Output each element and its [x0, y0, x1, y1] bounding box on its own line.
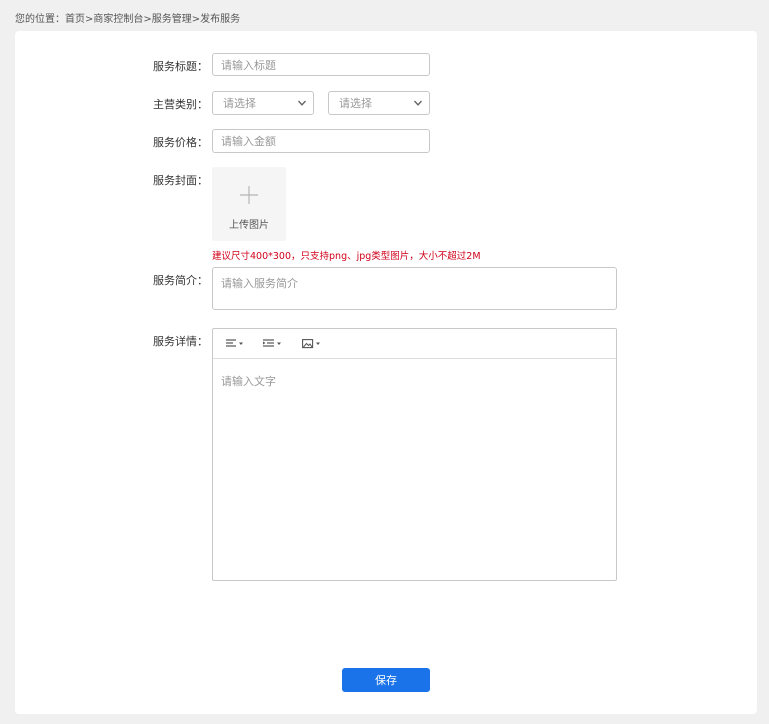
category-select-primary[interactable]: 请选择	[212, 91, 314, 115]
title-placeholder: 请输入标题	[221, 58, 276, 72]
summary-textarea[interactable]: 请输入服务简介	[212, 267, 617, 310]
title-label: 服务标题：	[153, 60, 208, 73]
price-input[interactable]: 请输入金额	[212, 129, 430, 153]
editor-toolbar	[213, 329, 616, 359]
breadcrumb-separator: >	[143, 14, 152, 25]
breadcrumb-item-service-manage[interactable]: 服务管理	[152, 14, 192, 25]
align-button[interactable]	[226, 337, 244, 351]
align-icon	[226, 339, 243, 347]
category-select-primary-value: 请选择	[223, 97, 256, 110]
editor-body[interactable]: 请输入文字	[213, 359, 616, 403]
detail-rich-editor: 请输入文字	[212, 328, 617, 581]
price-placeholder: 请输入金额	[221, 135, 276, 148]
breadcrumb-separator: >	[191, 14, 201, 25]
breadcrumb-item-console[interactable]: 商家控制台	[93, 14, 143, 25]
breadcrumb: 您的位置：首页>商家控制台>服务管理>发布服务	[15, 10, 240, 25]
summary-placeholder: 请输入服务简介	[221, 277, 298, 290]
indent-icon	[263, 339, 281, 347]
cover-hint: 建议尺寸400*300，只支持png、jpg类型图片，大小不超过2M	[212, 251, 481, 262]
category-select-secondary-value: 请选择	[339, 97, 372, 110]
detail-placeholder: 请输入文字	[221, 375, 276, 388]
plus-icon	[240, 186, 258, 204]
detail-label: 服务详情：	[153, 335, 208, 348]
category-select-secondary[interactable]: 请选择	[328, 91, 430, 115]
upload-text: 上传图片	[229, 220, 269, 231]
breadcrumb-item-home[interactable]: 首页	[65, 14, 85, 25]
image-button[interactable]	[302, 337, 321, 351]
cover-upload-button[interactable]: 上传图片	[212, 167, 286, 241]
chevron-down-icon	[297, 100, 307, 106]
indent-button[interactable]	[263, 337, 282, 351]
summary-label: 服务简介：	[153, 274, 208, 287]
chevron-down-icon	[413, 100, 423, 106]
breadcrumb-prefix: 您的位置：	[15, 14, 65, 25]
category-label: 主营类别：	[153, 98, 208, 111]
cover-label: 服务封面：	[153, 174, 208, 187]
form-card: 服务标题： 请输入标题 主营类别： 请选择 请选择 服务价格： 请输入金额 服务…	[15, 31, 757, 714]
image-icon	[302, 339, 320, 349]
price-label: 服务价格：	[153, 136, 208, 149]
breadcrumb-item-current: 发布服务	[200, 14, 241, 25]
title-input[interactable]: 请输入标题	[212, 53, 430, 76]
save-button[interactable]: 保存	[342, 668, 430, 692]
